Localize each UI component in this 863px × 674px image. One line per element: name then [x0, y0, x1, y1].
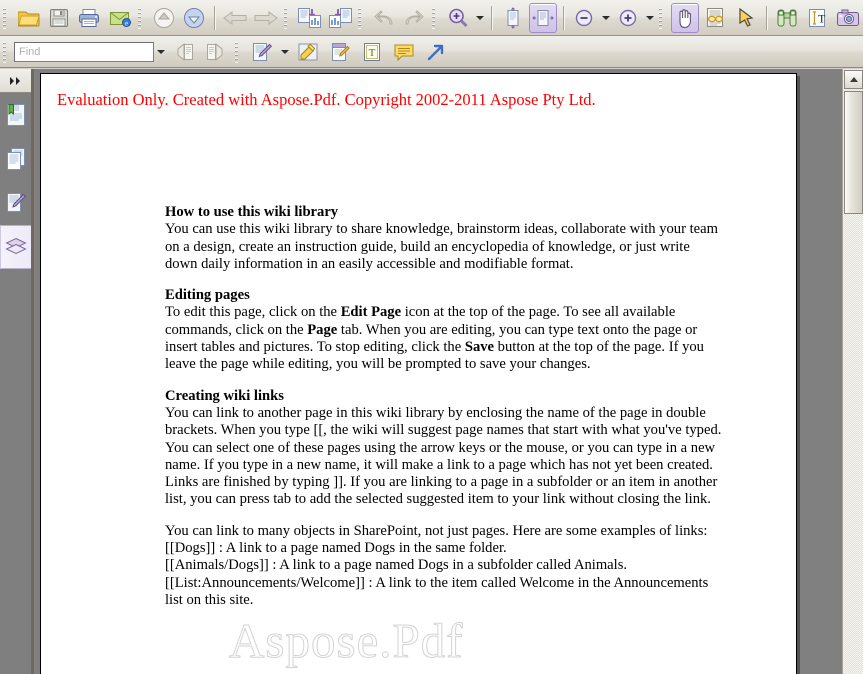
aspose-watermark: Aspose.Pdf — [229, 613, 464, 669]
text-run-bold: Page — [307, 321, 338, 338]
find-history-caret-icon[interactable] — [154, 37, 168, 67]
select-arrow-icon[interactable] — [731, 3, 759, 33]
text-run-bold: Edit Page — [340, 304, 402, 321]
section-body: You can use this wiki library to share k… — [165, 221, 718, 272]
text-select-icon[interactable]: T — [803, 3, 831, 33]
toolbar-grip[interactable] — [136, 6, 146, 29]
toolbar-separator — [765, 5, 767, 30]
print-icon[interactable] — [75, 3, 103, 33]
toolbar-separator — [563, 5, 565, 30]
scroll-up-arrow-icon[interactable] — [844, 70, 863, 89]
arrow-annotation-icon[interactable] — [421, 37, 451, 67]
snapshot-camera-icon[interactable] — [833, 3, 861, 33]
zoom-dropdown-caret-icon[interactable] — [473, 3, 486, 33]
toolbar-separator — [214, 5, 216, 30]
toolbar-grip[interactable] — [2, 40, 11, 63]
main-toolbar: e T — [0, 0, 863, 36]
viewer-body: Evaluation Only. Created with Aspose.Pdf… — [0, 69, 863, 674]
sidebar-item-annotations[interactable] — [0, 181, 31, 225]
toolbar-grip[interactable] — [2, 6, 11, 29]
section-heading: Editing pages — [165, 287, 250, 304]
link-example: [[Dogs]] : A link to a page named Dogs i… — [165, 540, 507, 557]
previous-page-arrow-icon[interactable] — [149, 3, 177, 33]
sidebar-item-pages[interactable] — [0, 137, 31, 181]
svg-text:e: e — [125, 19, 128, 27]
svg-text:T: T — [818, 11, 826, 25]
reading-mode-icon[interactable] — [701, 3, 729, 33]
toolbar-grip[interactable] — [431, 6, 440, 29]
toolbar-grip[interactable] — [282, 6, 292, 29]
side-panel-rail — [0, 69, 31, 674]
hand-tool-icon[interactable] — [670, 2, 700, 33]
search-input[interactable] — [14, 41, 154, 62]
vertical-scrollbar[interactable] — [842, 69, 863, 674]
magnifier-zoom-icon[interactable] — [444, 3, 472, 33]
insert-page-before-icon[interactable] — [326, 3, 354, 33]
section-heading: Creating wiki links — [165, 387, 284, 404]
zoom-in-caret-icon[interactable] — [643, 3, 656, 33]
pdf-page: Evaluation Only. Created with Aspose.Pdf… — [40, 73, 797, 674]
zoom-out-icon[interactable] — [570, 3, 598, 33]
open-folder-icon[interactable] — [14, 3, 42, 33]
next-page-arrow-icon[interactable] — [180, 3, 208, 33]
section-heading: How to use this wiki library — [165, 204, 339, 220]
text-run-bold: Save — [464, 339, 495, 356]
fit-page-icon[interactable] — [498, 3, 526, 33]
find-field-group — [14, 37, 168, 67]
pen-dropdown-caret-icon[interactable] — [278, 37, 292, 67]
page-viewport[interactable]: Evaluation Only. Created with Aspose.Pdf… — [34, 69, 842, 674]
forward-arrow-icon[interactable] — [252, 3, 280, 33]
section-body: To edit this page, click on the Edit Pag… — [165, 304, 725, 373]
redo-icon[interactable] — [400, 3, 428, 33]
evaluation-notice: Evaluation Only. Created with Aspose.Pdf… — [57, 90, 596, 109]
insert-page-after-icon[interactable] — [295, 3, 323, 33]
save-disk-icon[interactable] — [45, 3, 73, 33]
toolbar-grip[interactable] — [357, 6, 366, 29]
pdf-viewer-window: e T Find T Evaluation Only. Created with… — [0, 0, 863, 674]
find-toolbar: T — [0, 36, 863, 68]
email-icon[interactable]: e — [106, 3, 134, 33]
highlighter-icon[interactable] — [293, 37, 323, 67]
pen-annotation-icon[interactable] — [247, 37, 277, 67]
toolbar-separator — [491, 5, 493, 30]
scrollbar-thumb[interactable] — [844, 91, 863, 214]
sticky-note-icon[interactable] — [389, 37, 419, 67]
undo-icon[interactable] — [370, 3, 398, 33]
text-box-icon[interactable]: T — [357, 37, 387, 67]
toolbar-grip[interactable] — [234, 40, 243, 63]
expand-panel-icon[interactable] — [0, 69, 31, 93]
sidebar-item-bookmarks[interactable] — [0, 93, 31, 137]
zoom-out-caret-icon[interactable] — [599, 3, 612, 33]
document-text: How to use this wiki library You can use… — [165, 204, 725, 609]
svg-text:T: T — [369, 47, 376, 59]
section-body: You can link to another page in this wik… — [165, 404, 722, 508]
fit-width-icon[interactable] — [528, 2, 558, 33]
note-pencil-icon[interactable] — [325, 37, 355, 67]
links-intro: You can link to many objects in SharePoi… — [165, 522, 708, 539]
text-run: To edit this page, click on the — [165, 304, 341, 321]
back-arrow-icon[interactable] — [221, 3, 249, 33]
toolbar-grip[interactable] — [658, 6, 667, 29]
link-example: [[Animals/Dogs]] : A link to a page name… — [165, 557, 628, 574]
binoculars-search-icon[interactable] — [773, 3, 801, 33]
find-next-icon[interactable] — [201, 37, 231, 67]
sidebar-item-layers[interactable] — [0, 225, 31, 269]
zoom-in-icon[interactable] — [614, 3, 642, 33]
link-example: [[List:Announcements/Welcome]] : A link … — [165, 574, 709, 608]
find-previous-icon[interactable] — [169, 37, 199, 67]
